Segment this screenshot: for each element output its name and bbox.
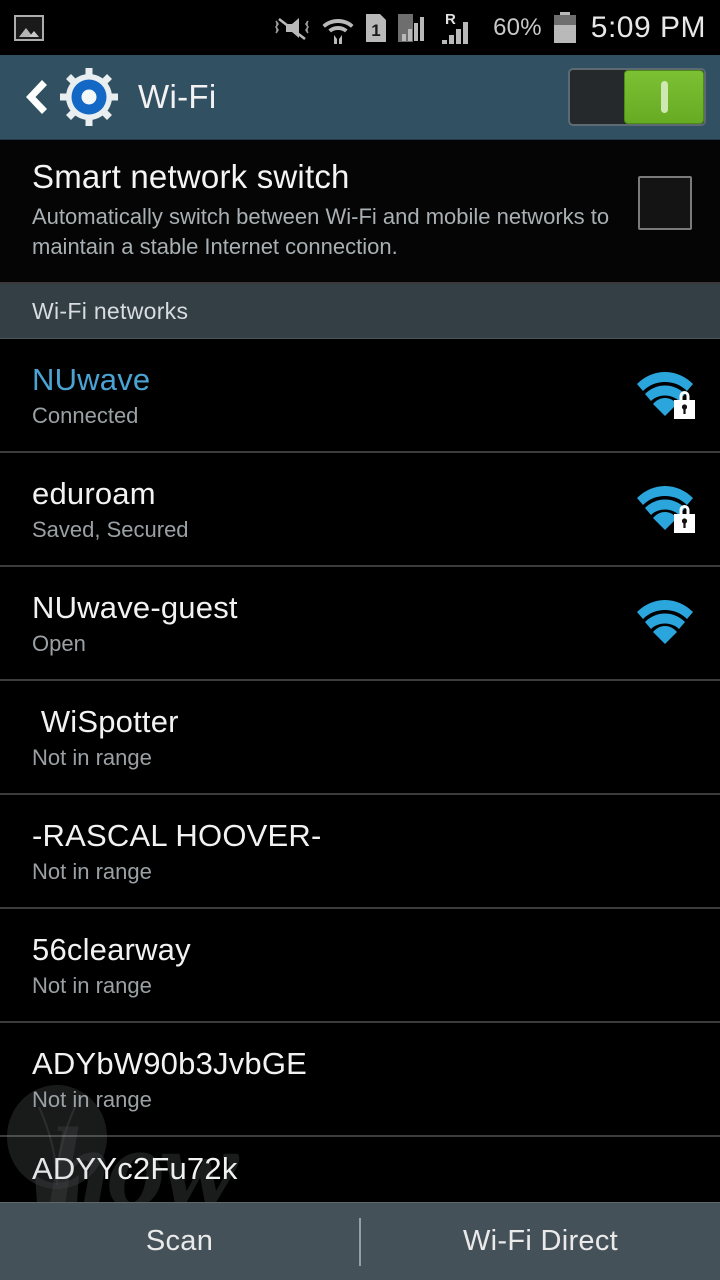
network-row[interactable]: NUwave-guest Open <box>0 567 720 681</box>
signal-bars-icon <box>398 13 425 42</box>
bottom-action-bar: Scan Wi-Fi Direct <box>0 1202 720 1280</box>
network-status-label: Not in range <box>32 972 152 998</box>
smart-network-switch-description: Automatically switch between Wi-Fi and m… <box>32 204 610 259</box>
back-chevron-icon[interactable] <box>14 74 54 120</box>
action-bar: Wi-Fi <box>0 55 720 140</box>
network-status-label: Connected <box>32 402 139 428</box>
section-header-label: Wi-Fi networks <box>32 297 189 324</box>
status-bar: 1 R 60% 5:09 PM <box>0 0 720 55</box>
wifi-toggle-thumb <box>624 70 704 124</box>
page-title: Wi-Fi <box>138 78 217 115</box>
network-row[interactable]: WiSpotter Not in range <box>0 681 720 795</box>
battery-icon <box>553 11 576 43</box>
scan-button[interactable]: Scan <box>0 1225 359 1258</box>
roaming-icon: R <box>442 11 469 44</box>
sim1-icon: 1 <box>366 13 387 42</box>
network-status-label: Not in range <box>32 744 152 770</box>
wifi-secured-icon <box>637 486 695 533</box>
clock-label: 5:09 PM <box>590 10 706 44</box>
network-ssid-label: ADYbW90b3JvbGE <box>32 1045 308 1081</box>
wifi-networks-section-header: Wi-Fi networks <box>0 284 720 339</box>
network-ssid-label: -RASCAL HOOVER- <box>32 817 322 853</box>
smart-network-switch-title: Smart network switch <box>32 158 350 195</box>
network-ssid-label: ADYYc2Fu72k <box>32 1151 238 1186</box>
network-row[interactable]: eduroam Saved, Secured <box>0 453 720 567</box>
battery-percent-label: 60% <box>493 13 542 41</box>
smart-network-switch-row[interactable]: Smart network switch Automatically switc… <box>0 140 720 284</box>
gallery-icon <box>14 14 44 41</box>
network-ssid-label: NUwave <box>32 361 151 397</box>
network-status-label: Not in range <box>32 858 152 884</box>
smart-network-switch-checkbox[interactable] <box>638 176 692 230</box>
network-row[interactable]: -RASCAL HOOVER- Not in range <box>0 795 720 909</box>
wifi-network-list: NUwave Connected eduroam Saved, Secured NUwa… <box>0 339 720 1195</box>
network-ssid-label: WiSpotter <box>32 703 179 739</box>
wifi-open-icon <box>637 600 693 644</box>
wifi-secured-icon <box>637 372 695 419</box>
wifi-transfer-icon <box>322 18 354 44</box>
wifi-direct-button[interactable]: Wi-Fi Direct <box>361 1225 720 1258</box>
wifi-settings-screen: 1 R 60% 5:09 PM Wi-Fi Smart network swit… <box>0 0 720 1280</box>
network-row[interactable]: ADYbW90b3JvbGE Not in range <box>0 1023 720 1137</box>
network-status-label: Not in range <box>32 1086 152 1112</box>
network-ssid-label: eduroam <box>32 475 156 511</box>
svg-text:R: R <box>445 11 456 28</box>
sound-mute-vibrate-icon <box>275 17 310 40</box>
network-row[interactable]: 56clearway Not in range <box>0 909 720 1023</box>
network-status-label: Saved, Secured <box>32 516 189 542</box>
network-ssid-label: NUwave-guest <box>32 589 238 625</box>
network-row[interactable]: NUwave Connected <box>0 339 720 453</box>
svg-text:1: 1 <box>371 21 380 40</box>
network-status-label: Open <box>32 630 86 656</box>
network-ssid-label: 56clearway <box>32 931 191 967</box>
wifi-toggle-switch[interactable] <box>568 68 706 126</box>
network-row[interactable]: ADYYc2Fu72k <box>0 1137 720 1195</box>
settings-gear-icon <box>60 68 118 126</box>
